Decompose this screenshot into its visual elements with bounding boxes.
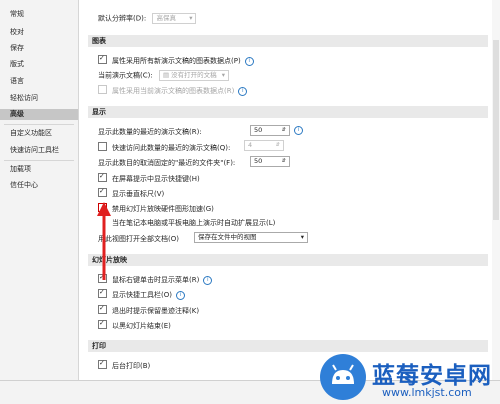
quick-access-input[interactable]: 4 ⇵ xyxy=(244,140,284,151)
recent-count-row: 显示此数量的最近的演示文稿(R): xyxy=(98,127,202,137)
end-black-checkbox[interactable] xyxy=(98,318,107,329)
right-click-menu-label: 鼠标右键单击时显示菜单(R) xyxy=(112,276,200,284)
sidebar-item-quick-access-toolbar[interactable]: 快速访问工具栏 xyxy=(0,145,78,156)
scrollbar-thumb[interactable] xyxy=(493,40,499,220)
recent-count-label: 显示此数量的最近的演示文稿(R): xyxy=(98,128,202,136)
background-print-label: 后台打印(B) xyxy=(112,362,151,370)
unpinned-folders-value: 50 xyxy=(254,157,263,165)
spinner-arrows-icon[interactable]: ⇵ xyxy=(282,126,286,135)
info-icon: i xyxy=(244,56,254,66)
watermark-title: 蓝莓安卓网 xyxy=(372,363,492,389)
chart-props-new-row: 属性采用所有新演示文稿的图表数据点(P)i xyxy=(98,53,254,66)
current-presentation-value: 没有打开的文稿 xyxy=(171,71,217,79)
unpinned-folders-label: 显示此数目的取消固定的"最近的文件夹"(F): xyxy=(98,159,236,167)
shortcut-tips-row: 在屏幕提示中显示快捷键(H) xyxy=(98,171,200,184)
sidebar-item-language[interactable]: 语言 xyxy=(0,76,78,87)
keep-ink-checkbox[interactable] xyxy=(98,303,107,314)
background-print-checkbox[interactable] xyxy=(98,358,107,369)
section-header-print: 打印 xyxy=(88,340,488,352)
watermark-url: www.lmkjst.com xyxy=(382,386,472,399)
section-header-display: 显示 xyxy=(88,106,488,118)
chart-props-new-checkbox[interactable] xyxy=(98,53,107,64)
resolution-label: 默认分辨率(D): xyxy=(98,14,147,23)
popup-toolbar-label: 显示快捷工具栏(O) xyxy=(112,291,172,299)
popup-toolbar-row: 显示快捷工具栏(O)i xyxy=(98,287,185,300)
spinner-arrows-icon[interactable]: ⇵ xyxy=(276,141,280,150)
sidebar-divider xyxy=(4,160,74,161)
sidebar-item-general[interactable]: 常规 xyxy=(0,9,78,20)
chevron-down-icon: ▾ xyxy=(189,14,193,22)
chart-props-current-row: 属性采用当前演示文稿的图表数据点(R) i xyxy=(98,85,248,96)
sidebar-item-customize-ribbon[interactable]: 自定义功能区 xyxy=(0,128,78,139)
annotation-arrow-icon xyxy=(97,202,111,280)
section-header-charts: 图表 xyxy=(88,35,488,47)
vertical-ruler-label: 显示垂直标尺(V) xyxy=(112,190,165,198)
quick-access-row: 快速访问此数量的最近的演示文稿(Q): xyxy=(98,142,230,153)
sidebar-item-save[interactable]: 保存 xyxy=(0,43,78,54)
sidebar-item-layout[interactable]: 版式 xyxy=(0,59,78,70)
resolution-select[interactable]: 高保真 ▾ xyxy=(152,13,197,24)
end-black-row: 以黑幻灯片结束(E) xyxy=(98,318,171,331)
section-header-slideshow: 幻灯片放映 xyxy=(88,254,488,266)
info-icon: i xyxy=(203,275,213,285)
shortcut-tips-label: 在屏幕提示中显示快捷键(H) xyxy=(112,175,200,183)
resolution-row: 默认分辨率(D): 高保真 ▾ xyxy=(98,13,197,24)
popup-toolbar-checkbox[interactable] xyxy=(98,287,107,298)
sidebar-item-addins[interactable]: 加载项 xyxy=(0,164,78,175)
recent-count-input[interactable]: 50 ⇵ xyxy=(250,125,290,136)
resolution-value: 高保真 xyxy=(156,14,176,22)
watermark: 蓝莓安卓网 www.lmkjst.com xyxy=(318,352,500,403)
auto-extend-label: 当在笔记本电脑或平板电脑上演示时自动扩展显示(L) xyxy=(112,219,276,227)
info-icon: i xyxy=(238,86,248,96)
current-presentation-row: 当前演示文稿(C): ▤ 没有打开的文稿 ▾ xyxy=(98,70,229,81)
quick-access-checkbox[interactable] xyxy=(98,142,107,151)
vertical-ruler-row: 显示垂直标尺(V) xyxy=(98,186,165,199)
vertical-scrollbar[interactable] xyxy=(492,0,500,380)
sidebar-item-advanced[interactable]: 高级 xyxy=(0,109,78,120)
vertical-ruler-checkbox[interactable] xyxy=(98,186,107,197)
presentation-icon: ▤ xyxy=(162,71,172,79)
disable-hw-accel-row: 禁用幻灯片放映硬件图形加速(G) xyxy=(98,203,214,214)
info-icon: i xyxy=(294,126,303,135)
sidebar-item-proofing[interactable]: 校对 xyxy=(0,27,78,38)
chart-props-current-checkbox[interactable] xyxy=(98,85,107,94)
open-view-select[interactable]: 保存在文件中的视图 ▾ xyxy=(194,232,308,243)
options-main-panel: 默认分辨率(D): 高保真▾ 图表 属性采用所有新演示文稿的图表数据点(P)i … xyxy=(80,0,495,380)
recent-count-value: 50 xyxy=(254,126,263,134)
background-print-row: 后台打印(B) xyxy=(98,358,151,371)
unpinned-folders-input[interactable]: 50 ⇵ xyxy=(250,156,290,167)
quick-access-value: 4 xyxy=(248,141,253,149)
chart-props-current-label: 属性采用当前演示文稿的图表数据点(R) xyxy=(112,87,235,95)
options-sidebar: 常规 校对 保存 版式 语言 轻松访问 高级 自定义功能区 快速访问工具栏 加载… xyxy=(0,0,79,380)
spinner-arrows-icon[interactable]: ⇵ xyxy=(282,157,286,166)
quick-access-label: 快速访问此数量的最近的演示文稿(Q): xyxy=(112,144,231,152)
info-icon: i xyxy=(175,290,185,300)
sidebar-item-trust-center[interactable]: 信任中心 xyxy=(0,180,78,191)
open-view-value: 保存在文件中的视图 xyxy=(198,233,257,241)
sidebar-item-accessibility[interactable]: 轻松访问 xyxy=(0,93,78,104)
keep-ink-row: 退出时提示保留墨迹注释(K) xyxy=(98,303,200,316)
sidebar-divider xyxy=(4,124,74,125)
shortcut-tips-checkbox[interactable] xyxy=(98,171,107,182)
chevron-down-icon: ▾ xyxy=(300,233,304,241)
end-black-label: 以黑幻灯片结束(E) xyxy=(112,322,171,330)
watermark-logo-icon xyxy=(320,354,366,400)
chart-props-new-label: 属性采用所有新演示文稿的图表数据点(P) xyxy=(112,57,241,65)
chevron-down-icon: ▾ xyxy=(221,71,225,79)
disable-hw-accel-label: 禁用幻灯片放映硬件图形加速(G) xyxy=(112,205,214,213)
current-presentation-select[interactable]: ▤ 没有打开的文稿 ▾ xyxy=(158,70,229,81)
unpinned-folders-row: 显示此数目的取消固定的"最近的文件夹"(F): xyxy=(98,158,235,168)
current-presentation-label: 当前演示文稿(C): xyxy=(98,71,153,80)
auto-extend-row: 当在笔记本电脑或平板电脑上演示时自动扩展显示(L) xyxy=(112,218,275,228)
right-click-menu-row: 鼠标右键单击时显示菜单(R)i xyxy=(98,272,213,285)
keep-ink-label: 退出时提示保留墨迹注释(K) xyxy=(112,307,200,315)
